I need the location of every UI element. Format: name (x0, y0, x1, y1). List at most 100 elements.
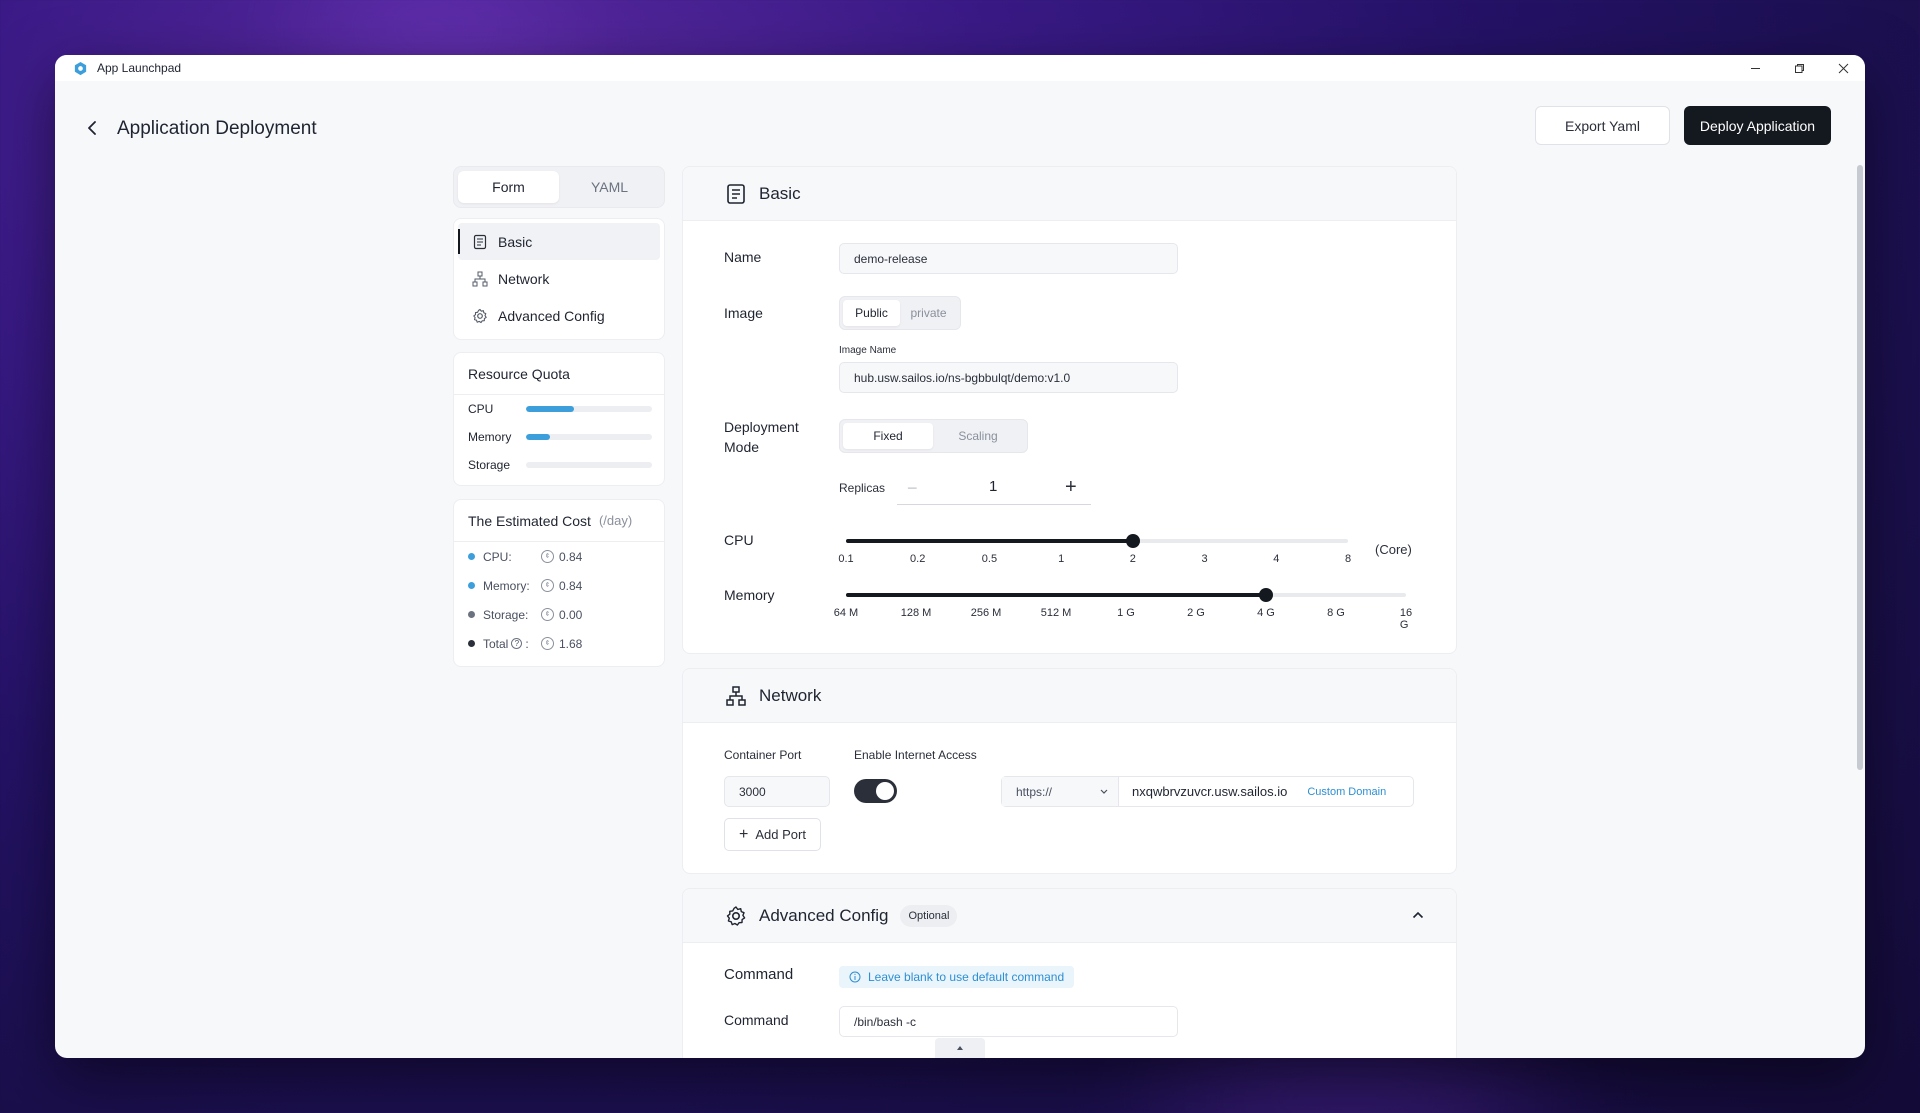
container-port-label: Container Port (724, 748, 802, 762)
network-icon (472, 271, 488, 286)
deployment-mode-switch: Fixed Scaling (839, 419, 1028, 453)
cost-value: 0.00 (559, 607, 583, 622)
quota-label: Storage (468, 458, 511, 472)
network-section: Network Container Port 3000 Enable Inter… (682, 668, 1457, 874)
quota-fill (526, 406, 574, 412)
help-icon[interactable]: ? (511, 638, 523, 649)
nav-item-label: Basic (498, 233, 533, 250)
section-title: Advanced Config (759, 905, 889, 925)
image-type-switch: Public private (839, 296, 961, 330)
chevron-down-icon (1100, 789, 1108, 794)
tab-form[interactable]: Form (458, 171, 559, 203)
scroll-to-top-handle[interactable] (935, 1038, 985, 1058)
image-private-option[interactable]: private (900, 300, 957, 326)
advanced-config-section: Advanced Config Optional Command Leave b… (682, 888, 1457, 1058)
memory-tick-label: 4 G (1257, 607, 1275, 619)
nav-item-advanced-config[interactable]: Advanced Config (458, 297, 660, 334)
document-icon (473, 234, 487, 249)
quota-label: Memory (468, 430, 512, 444)
quota-row-storage: Storage (454, 451, 664, 479)
command-info-tip: Leave blank to use default command (839, 966, 1075, 988)
window-title: App Launchpad (97, 61, 182, 75)
cpu-label: CPU (724, 532, 754, 548)
memory-tick-label: 16 G (1399, 607, 1413, 631)
cpu-tick-label: 4 (1273, 553, 1280, 565)
internet-access-toggle[interactable] (854, 779, 897, 803)
coin-icon: ¢ (541, 608, 554, 621)
cost-row-total: Total ?: ¢ 1.68 (454, 629, 664, 658)
info-icon (849, 971, 861, 983)
mode-scaling-option[interactable]: Scaling (933, 423, 1023, 449)
tab-yaml[interactable]: YAML (559, 171, 660, 203)
minimize-button[interactable] (1733, 55, 1777, 81)
estimated-cost-card: The Estimated Cost (/day) CPU: ¢ 0.84 Me… (453, 499, 665, 667)
close-button[interactable] (1821, 55, 1865, 81)
deploy-application-button[interactable]: Deploy Application (1684, 106, 1831, 145)
add-port-button[interactable]: + Add Port (724, 818, 821, 851)
back-arrow-icon[interactable] (83, 118, 103, 138)
command-label: Command (724, 1012, 789, 1028)
add-port-label: Add Port (755, 827, 806, 842)
cost-value: 1.68 (559, 636, 583, 651)
container-port-input[interactable]: 3000 (724, 776, 830, 807)
resource-quota-card: Resource Quota CPU Memory Storage (453, 352, 665, 486)
memory-tick-label: 2 G (1187, 607, 1205, 619)
plus-icon[interactable]: + (1065, 476, 1077, 499)
slider-thumb[interactable] (1259, 588, 1273, 602)
basic-section-header: Basic (683, 167, 1456, 221)
replicas-stepper: − 1 + (897, 473, 1091, 505)
advanced-section-header[interactable]: Advanced Config Optional (683, 889, 1456, 943)
protocol-select[interactable]: https:// (1002, 777, 1119, 806)
replicas-value[interactable]: 1 (989, 478, 997, 495)
slider-thumb[interactable] (1125, 534, 1140, 548)
quota-bar (526, 406, 652, 412)
cpu-tick-label: 1 (1058, 553, 1065, 565)
image-public-option[interactable]: Public (843, 300, 900, 326)
domain-field: https:// nxqwbrvzuvcr.usw.sailos.io Cust… (1001, 776, 1414, 807)
export-yaml-button[interactable]: Export Yaml (1535, 106, 1670, 145)
minimize-icon (1750, 67, 1760, 69)
cost-value: 0.84 (559, 578, 583, 593)
quota-title: Resource Quota (454, 353, 664, 395)
cost-unit: (/day) (598, 513, 633, 528)
close-icon (1838, 63, 1848, 73)
title-bar: App Launchpad (55, 55, 1865, 81)
cpu-slider[interactable]: 0.1 0.2 0.5 1 2 3 4 8 (838, 534, 1352, 575)
coin-icon: ¢ (541, 579, 554, 592)
internet-access-label: Enable Internet Access (854, 748, 977, 762)
quota-bar (526, 434, 652, 440)
cost-row-memory: Memory: ¢ 0.84 (454, 571, 664, 600)
custom-domain-link[interactable]: Custom Domain (1307, 786, 1386, 798)
command-heading: Command (724, 966, 794, 983)
memory-slider[interactable]: 64 M 128 M 256 M 512 M 1 G 2 G 4 G 8 G 16 G (834, 588, 1412, 631)
name-input[interactable]: demo-release (839, 243, 1178, 274)
coin-icon: ¢ (541, 550, 554, 563)
document-icon (727, 183, 745, 204)
cost-label: Total (483, 636, 509, 651)
slider-fill (846, 539, 1133, 543)
cost-row-storage: Storage: ¢ 0.00 (454, 600, 664, 629)
cpu-tick-label: 8 (1344, 553, 1352, 565)
minus-icon[interactable]: − (907, 478, 918, 499)
memory-tick-label: 512 M (1040, 607, 1072, 619)
form-yaml-switch: Form YAML (453, 166, 665, 208)
image-name-input[interactable]: hub.usw.sailos.io/ns-bgbbulqt/demo:v1.0 (839, 362, 1178, 393)
cost-label: CPU: (483, 549, 512, 564)
section-title: Network (759, 685, 822, 705)
restore-button[interactable] (1777, 55, 1821, 81)
nav-item-network[interactable]: Network (458, 260, 660, 297)
memory-tick-label: 64 M (833, 607, 859, 619)
mode-fixed-option[interactable]: Fixed (843, 423, 933, 449)
gear-icon (473, 308, 487, 323)
quota-label: CPU (468, 402, 494, 416)
quota-row-memory: Memory (454, 423, 664, 451)
coin-icon: ¢ (541, 637, 554, 650)
chevron-up-icon[interactable] (1412, 911, 1424, 919)
nav-item-basic[interactable]: Basic (458, 223, 660, 260)
cost-dot (468, 582, 475, 589)
cost-dot (468, 640, 475, 647)
command-tip-text: Leave blank to use default command (868, 970, 1065, 984)
scrollbar[interactable] (1857, 165, 1863, 770)
command-input[interactable]: /bin/bash -c (839, 1006, 1178, 1037)
network-section-header: Network (683, 669, 1456, 723)
